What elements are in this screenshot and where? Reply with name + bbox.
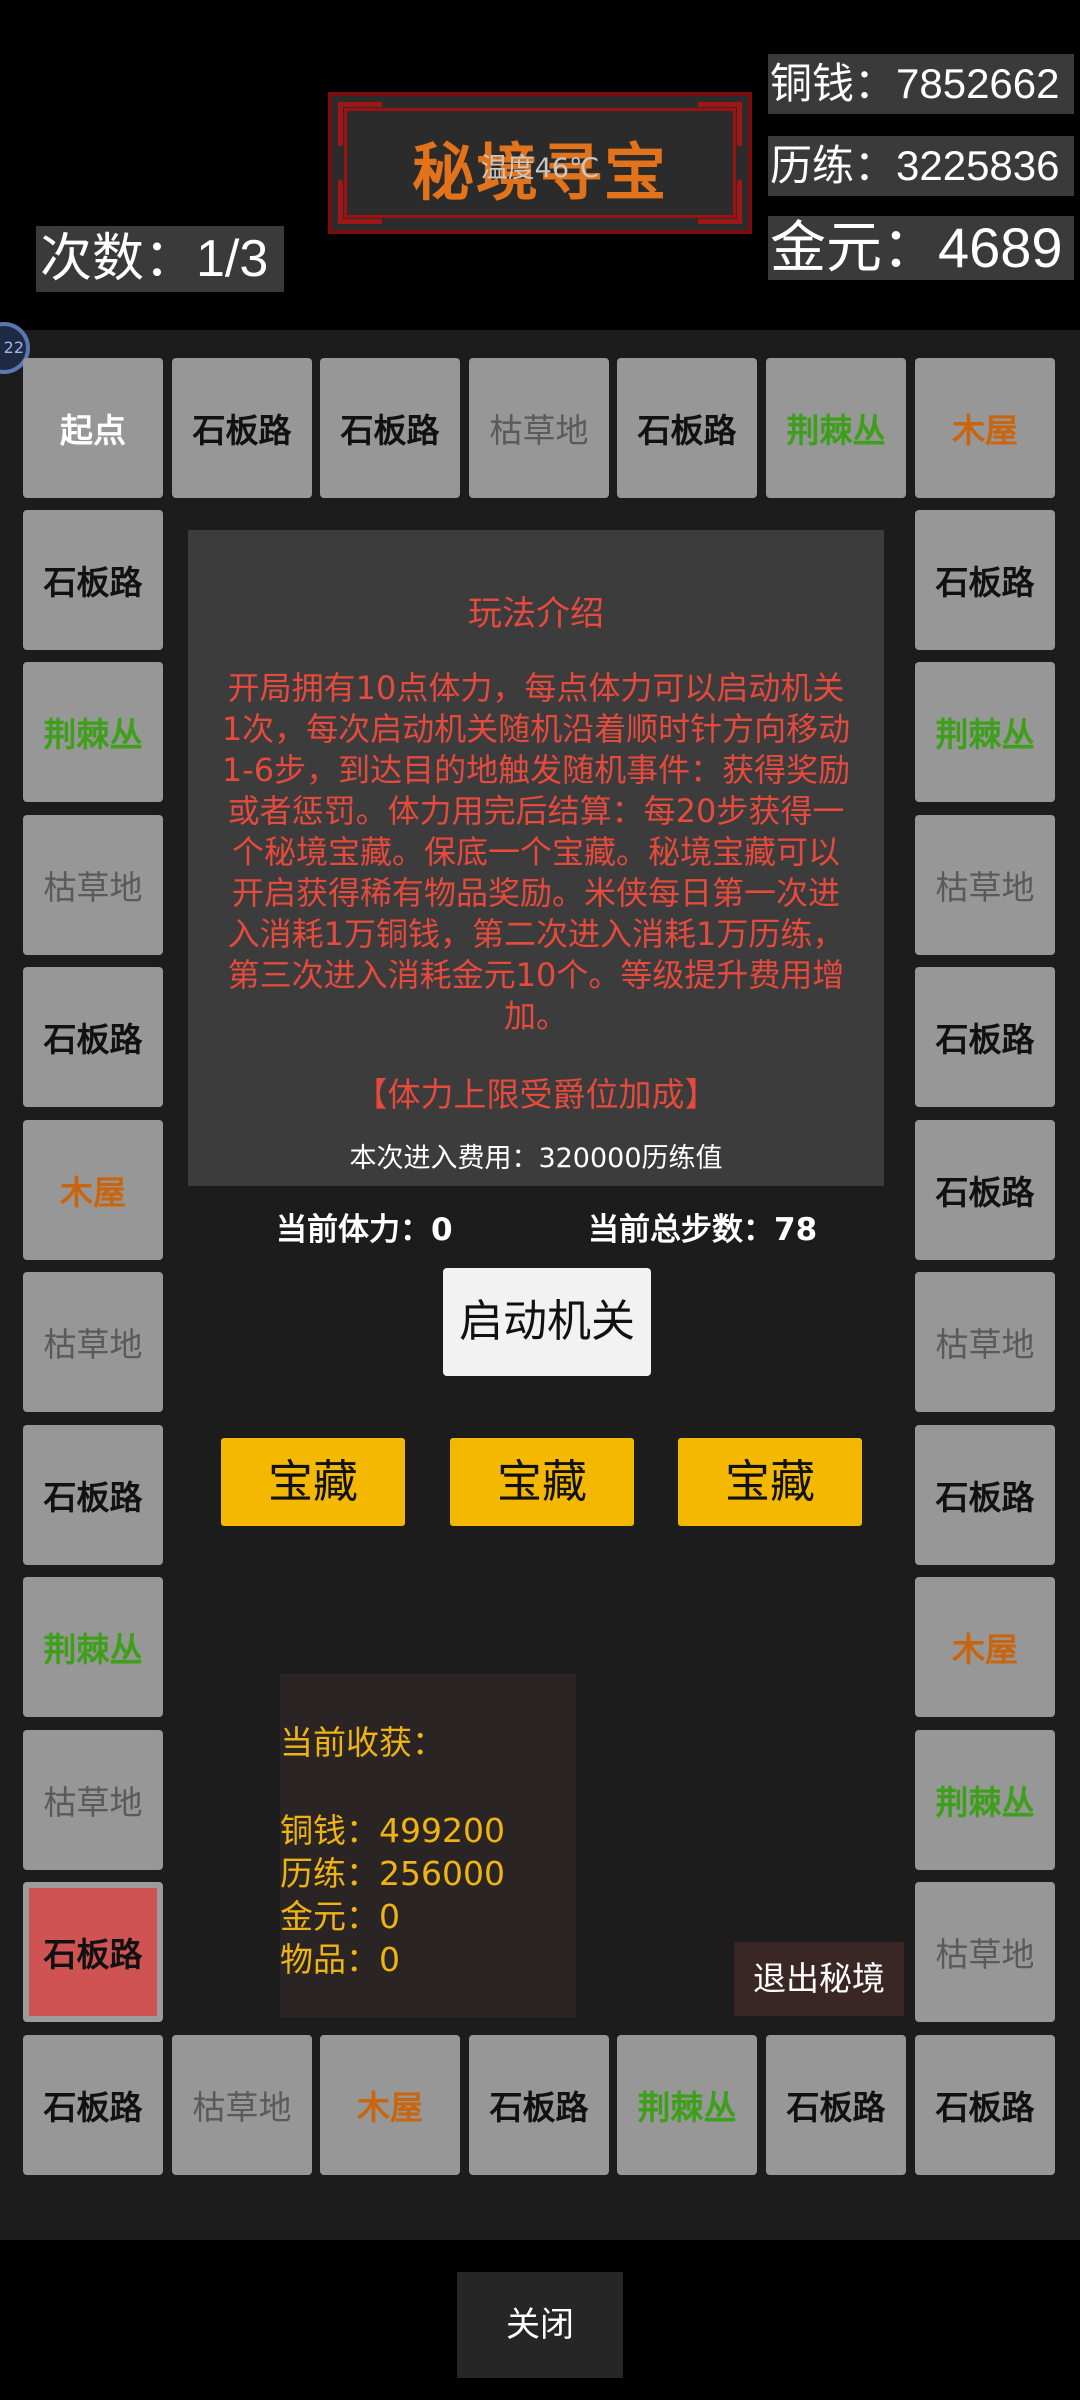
close-button[interactable]: 关闭: [457, 2272, 623, 2378]
board-tile: 枯草地: [23, 1272, 163, 1412]
title-banner: 秘境寻宝 温度46℃: [328, 92, 752, 234]
board-tile: 木屋: [23, 1120, 163, 1260]
board-tile: 荆棘丛: [617, 2035, 757, 2175]
rules-title: 玩法介绍: [468, 594, 604, 634]
harvest-experience: 历练：256000: [280, 1854, 505, 1893]
board-tile: 石板路: [23, 1882, 163, 2022]
board-tile: 荆棘丛: [915, 1730, 1055, 1870]
treasure-button-3[interactable]: 宝藏: [678, 1438, 862, 1526]
board-tile: 枯草地: [915, 815, 1055, 955]
total-steps-status: 当前总步数：78: [588, 1212, 818, 1248]
board-tile: 荆棘丛: [23, 662, 163, 802]
board-tile: 石板路: [915, 510, 1055, 650]
board-tile: 荆棘丛: [23, 1577, 163, 1717]
board-tile: 石板路: [915, 1120, 1055, 1260]
board-tile: 石板路: [617, 358, 757, 498]
treasure-button-2[interactable]: 宝藏: [450, 1438, 634, 1526]
board-tile: 木屋: [915, 1577, 1055, 1717]
treasure-button-1[interactable]: 宝藏: [221, 1438, 405, 1526]
board-tile: 起点: [23, 358, 163, 498]
board-tile: 石板路: [766, 2035, 906, 2175]
board-tile: 木屋: [915, 358, 1055, 498]
harvest-panel: 当前收获： 铜钱：499200 历练：256000 金元：0 物品：0: [280, 1674, 576, 2018]
board-tile: 枯草地: [23, 815, 163, 955]
board-tile: 枯草地: [172, 2035, 312, 2175]
harvest-gold: 金元：0: [280, 1897, 400, 1936]
board-tile: 枯草地: [469, 358, 609, 498]
rules-body: 开局拥有10点体力，每点体力可以启动机关1次，每次启动机关随机沿着顺时针方向移动…: [221, 669, 851, 1035]
exit-realm-button[interactable]: 退出秘境: [734, 1942, 904, 2016]
coins-counter: 铜钱：7852662: [768, 54, 1074, 114]
rules-note: 【体力上限受爵位加成】: [354, 1075, 718, 1114]
board-tile: 石板路: [915, 1425, 1055, 1565]
experience-counter: 历练：3225836: [768, 136, 1074, 196]
board-tile: 石板路: [23, 1425, 163, 1565]
board-tile: 石板路: [23, 2035, 163, 2175]
board-tile: 石板路: [915, 2035, 1055, 2175]
rules-panel: 玩法介绍 开局拥有10点体力，每点体力可以启动机关1次，每次启动机关随机沿着顺时…: [188, 530, 884, 1186]
stamina-status: 当前体力：0: [276, 1212, 453, 1248]
harvest-items: 物品：0: [280, 1940, 400, 1979]
board-tile: 石板路: [172, 358, 312, 498]
entry-cost: 本次进入费用：320000历练值: [349, 1143, 723, 1174]
board-tile: 枯草地: [23, 1730, 163, 1870]
board-tile: 石板路: [915, 967, 1055, 1107]
board-tile: 荆棘丛: [915, 662, 1055, 802]
tries-counter: 次数：1/3: [36, 226, 284, 292]
temperature-overlay: 温度46℃: [480, 153, 600, 184]
board-tile: 石板路: [23, 510, 163, 650]
board-tile: 枯草地: [915, 1882, 1055, 2022]
board-tile: 石板路: [23, 967, 163, 1107]
board-tile: 石板路: [469, 2035, 609, 2175]
board-tile: 荆棘丛: [766, 358, 906, 498]
harvest-coins: 铜钱：499200: [280, 1811, 505, 1850]
harvest-title: 当前收获：: [280, 1723, 445, 1762]
board-tile: 枯草地: [915, 1272, 1055, 1412]
board-tile: 木屋: [320, 2035, 460, 2175]
launch-mechanism-button[interactable]: 启动机关: [443, 1268, 651, 1376]
gold-counter: 金元：4689: [768, 216, 1074, 280]
board-tile: 石板路: [320, 358, 460, 498]
